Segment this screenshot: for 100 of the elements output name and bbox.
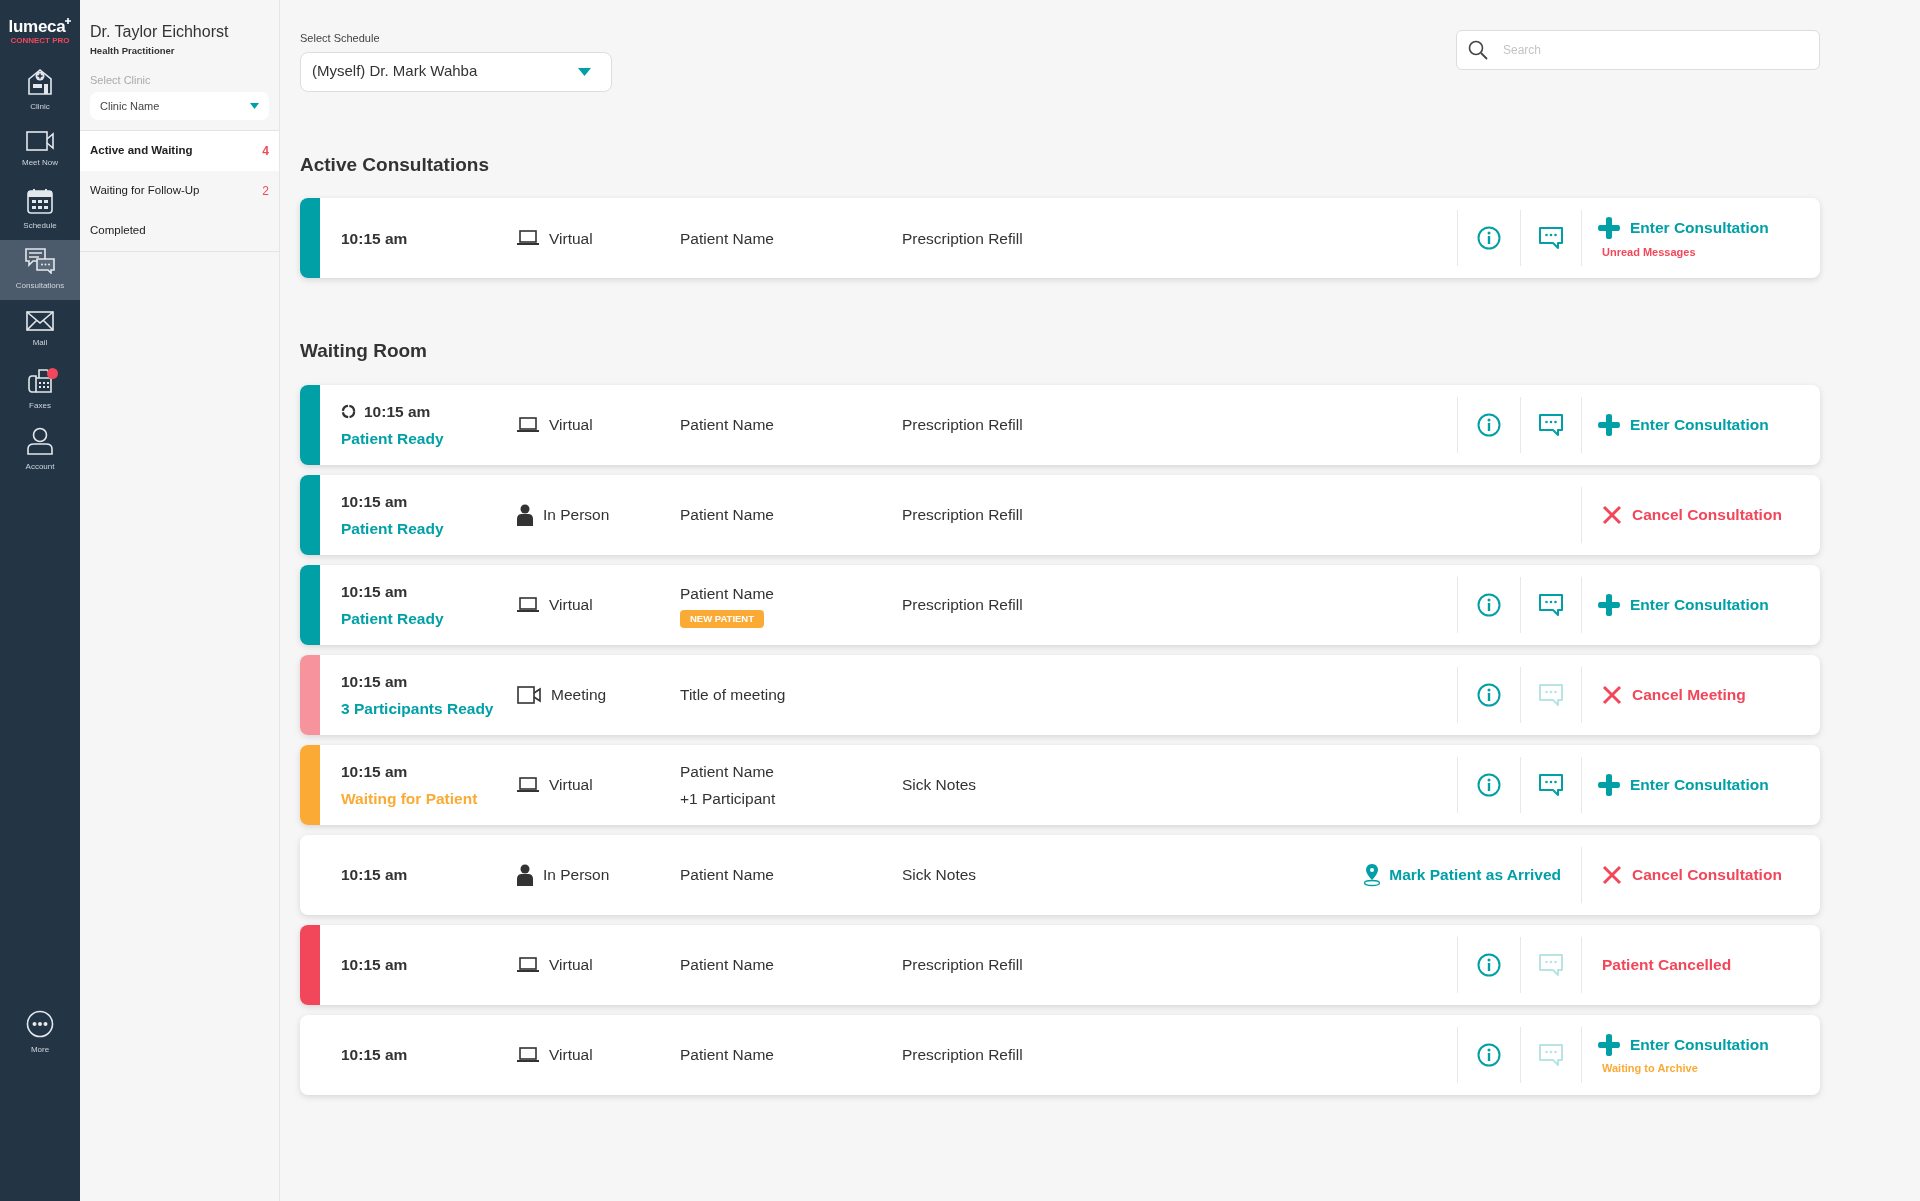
close-icon — [1602, 505, 1622, 526]
filter-item[interactable]: Waiting for Follow-Up 2 — [80, 170, 279, 211]
fax-icon — [27, 368, 53, 394]
time-text: 10:15 am — [341, 761, 408, 782]
chat-icon[interactable] — [1539, 414, 1563, 437]
mode-text: Virtual — [549, 955, 593, 976]
laptop-icon — [517, 957, 539, 974]
cancelled-status-text: Patient Cancelled — [1602, 955, 1732, 976]
field-label: Select Schedule — [300, 31, 381, 46]
name-text: Title of meeting — [680, 685, 786, 706]
section-title: Active Consultations — [300, 153, 490, 177]
mode-text: Virtual — [549, 415, 593, 436]
info-icon[interactable] — [1477, 226, 1501, 251]
nav-item[interactable]: Meet Now — [0, 120, 80, 180]
video-camera-icon — [26, 131, 54, 151]
laptop-icon — [517, 597, 539, 614]
reason-text: Prescription Refill — [902, 415, 1023, 436]
info-icon[interactable] — [1477, 773, 1501, 798]
user-icon — [27, 427, 53, 455]
name-text: Patient Name — [680, 1045, 774, 1066]
reason-text: Sick Notes — [902, 865, 977, 886]
participants-text: +1 Participant — [680, 789, 776, 810]
action-button[interactable]: Cancel Consultation — [1602, 863, 1782, 887]
nav-item[interactable]: More — [0, 1003, 80, 1063]
nav-item[interactable]: Schedule — [0, 180, 80, 240]
doctor-name: Dr. Taylor Eichhorst — [89, 22, 230, 42]
doctor-role: Health Practitioner — [89, 44, 176, 58]
clinic-dropdown[interactable]: Clinic Name — [90, 91, 269, 120]
info-icon[interactable] — [1477, 953, 1501, 978]
note-text: Waiting to Archive — [1602, 1061, 1699, 1077]
name-text: Patient Name — [680, 584, 774, 605]
mode-text: Meeting — [551, 685, 607, 706]
action-button[interactable]: Cancel Consultation — [1602, 503, 1782, 527]
info-icon[interactable] — [1477, 683, 1501, 708]
status-text: Patient Ready — [341, 429, 445, 450]
nav-item[interactable]: Faxes — [0, 360, 80, 420]
mode-text: In Person — [543, 865, 610, 886]
time-text: 10:15 am — [341, 1045, 408, 1066]
name-text: Patient Name — [680, 865, 774, 886]
caret-icon — [578, 67, 591, 76]
new-patient-tag: NEW PATIENT — [680, 609, 765, 628]
time-text: 10:15 am — [341, 865, 408, 886]
laptop-icon — [517, 1047, 539, 1064]
name-text: Patient Name — [680, 955, 774, 976]
nav-item[interactable]: Clinic — [0, 60, 80, 120]
name-text: Patient Name — [680, 228, 774, 249]
laptop-icon — [517, 417, 539, 434]
chat-bubbles-icon — [25, 248, 55, 274]
chat-icon[interactable] — [1539, 774, 1563, 797]
reason-text: Prescription Refill — [902, 228, 1023, 249]
search-field[interactable]: Search — [1456, 30, 1820, 70]
status-text: Waiting for Patient — [341, 789, 479, 810]
time-text: 10:15 am — [341, 491, 408, 512]
laptop-icon — [517, 230, 539, 247]
schedule-dropdown[interactable]: (Myself) Dr. Mark Wahba — [300, 51, 612, 92]
location-pin-icon — [1363, 863, 1382, 888]
filter-item[interactable]: Completed — [80, 210, 279, 251]
mode-text: In Person — [543, 505, 610, 526]
reason-text: Prescription Refill — [902, 595, 1023, 616]
status-text: Patient Ready — [341, 609, 445, 630]
count-text: 2 — [262, 182, 269, 200]
plus-icon — [65, 18, 72, 24]
clinic-icon — [27, 67, 53, 95]
plus-icon — [1598, 217, 1620, 240]
nav-item[interactable]: Account — [0, 420, 80, 480]
caret-icon — [250, 102, 259, 109]
video-camera-icon — [517, 686, 541, 705]
field-label: Select Clinic — [89, 73, 152, 89]
chat-icon[interactable] — [1539, 227, 1563, 250]
name-text: Patient Name — [680, 415, 774, 436]
count-text: 4 — [262, 142, 269, 160]
info-icon[interactable] — [1477, 593, 1501, 618]
alert-dot — [47, 368, 58, 379]
filter-item[interactable]: Active and Waiting 4 — [80, 130, 279, 171]
laptop-icon — [517, 777, 539, 794]
time-text: 10:15 am — [341, 955, 408, 976]
nav-item[interactable]: Consultations — [0, 240, 80, 300]
mode-text: Virtual — [549, 1045, 593, 1066]
chat-icon[interactable] — [1539, 594, 1563, 617]
mail-icon — [26, 311, 54, 331]
action-button[interactable]: Cancel Meeting — [1602, 683, 1746, 707]
logo-text: lumeca — [8, 18, 66, 35]
more-icon — [26, 1010, 54, 1038]
reason-text: Prescription Refill — [902, 505, 1023, 526]
plus-icon — [1598, 594, 1620, 617]
section-title: Waiting Room — [300, 340, 428, 364]
time-text: 10:15 am — [341, 581, 408, 602]
status-text: Patient Ready — [341, 519, 445, 540]
plus-icon — [1598, 774, 1620, 797]
time-text: 10:15 am — [341, 671, 408, 692]
info-icon[interactable] — [1477, 1043, 1501, 1068]
name-text: Patient Name — [680, 505, 774, 526]
calendar-icon — [27, 188, 53, 214]
nav-item[interactable]: Mail — [0, 300, 80, 360]
time-text: 10:15 am — [341, 228, 408, 249]
time-text: 10:15 am — [364, 401, 431, 422]
reason-text: Sick Notes — [902, 775, 977, 796]
person-icon — [517, 504, 533, 527]
info-icon[interactable] — [1477, 413, 1501, 438]
mode-text: Virtual — [549, 228, 593, 249]
